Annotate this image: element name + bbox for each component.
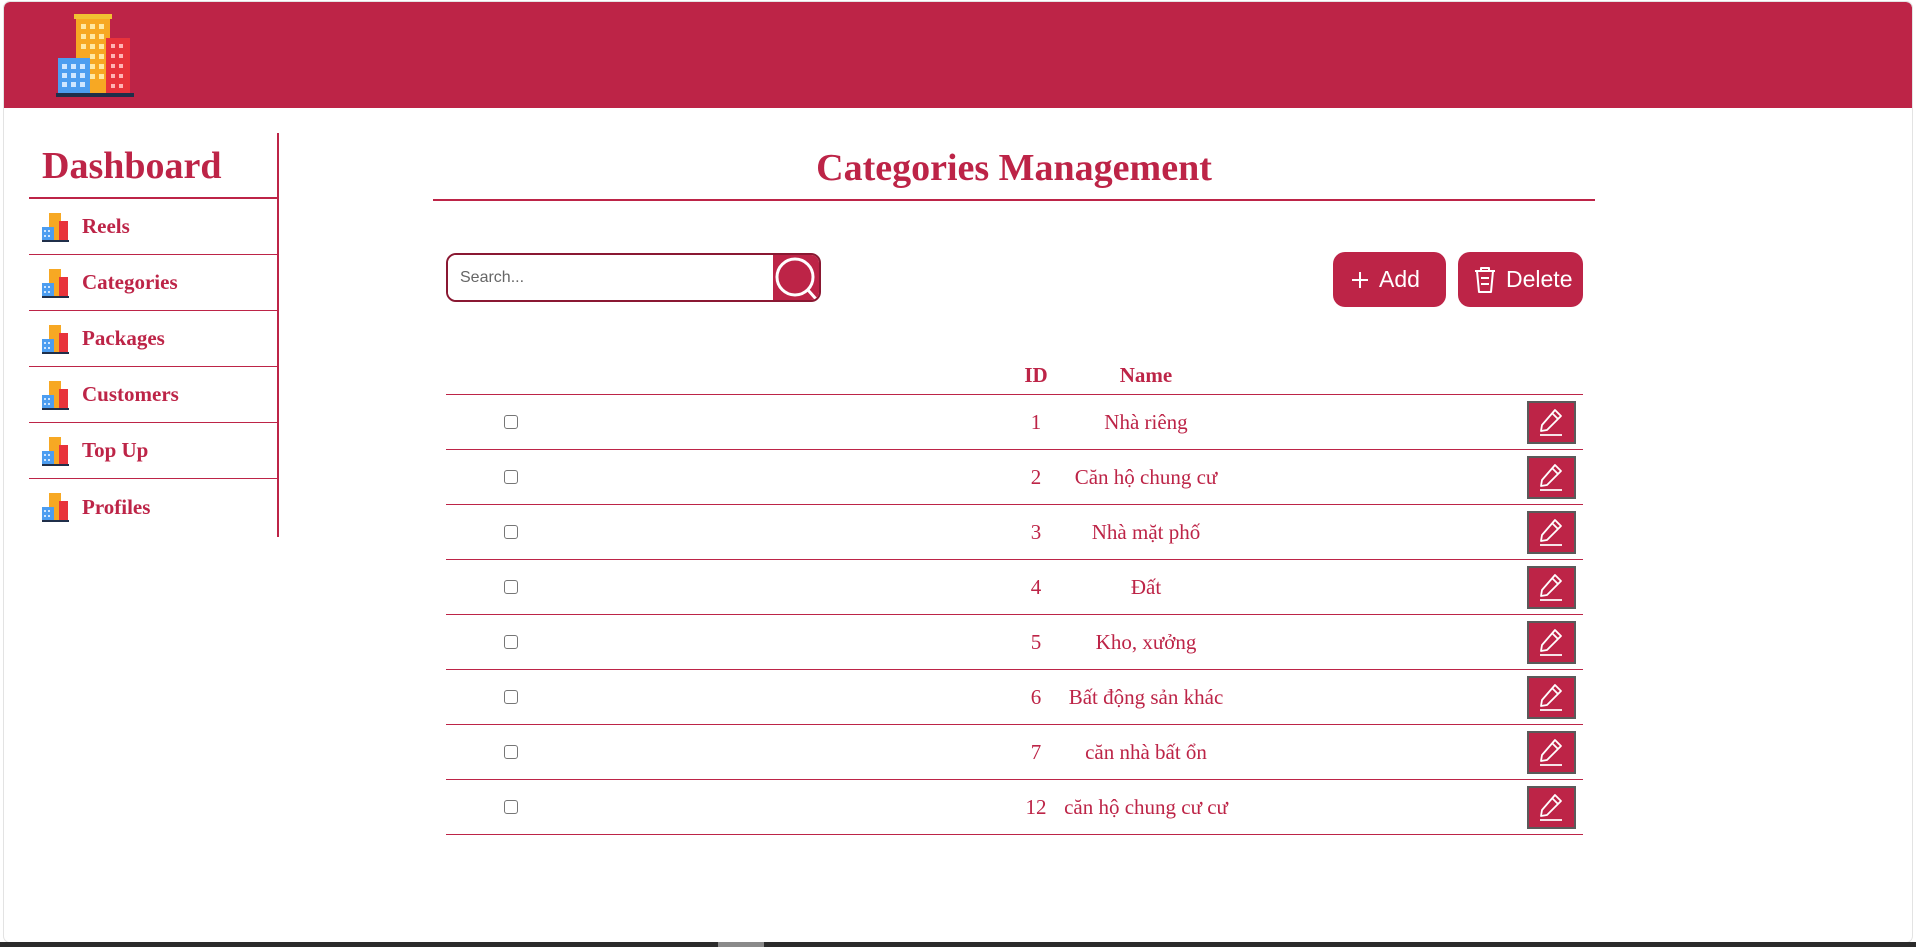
table-row: 7 căn nhà bất ổn [446, 725, 1583, 780]
sidebar-item-label: Customers [82, 382, 179, 406]
search-button[interactable] [773, 255, 819, 300]
sidebar-title[interactable]: Dashboard [29, 133, 277, 199]
row-checkbox[interactable] [504, 580, 518, 594]
pencil-icon [1540, 684, 1562, 711]
plus-icon [1352, 271, 1368, 288]
edit-button[interactable] [1526, 730, 1576, 774]
buildings-icon [42, 436, 69, 466]
row-select-cell [446, 560, 576, 614]
trash-icon [1475, 266, 1495, 293]
edit-button[interactable] [1526, 565, 1576, 609]
row-name: Nhà riêng [1104, 409, 1188, 434]
row-name: Đất [1130, 574, 1162, 599]
row-checkbox[interactable] [504, 470, 518, 484]
row-checkbox[interactable] [504, 690, 518, 704]
row-select-cell [446, 725, 576, 779]
pencil-icon [1540, 409, 1562, 436]
row-select-cell [446, 780, 576, 834]
sidebar-item-label: Categories [82, 270, 178, 294]
row-actions [1451, 395, 1651, 449]
buildings-icon [42, 380, 69, 410]
row-actions [1451, 615, 1651, 669]
edit-button[interactable] [1526, 455, 1576, 499]
row-checkbox[interactable] [504, 525, 518, 539]
pencil-icon [1540, 794, 1562, 821]
search-box [446, 253, 821, 302]
edit-button[interactable] [1526, 510, 1576, 554]
delete-button[interactable]: Delete [1458, 252, 1583, 307]
pencil-icon [1540, 629, 1562, 656]
row-actions [1451, 725, 1651, 779]
row-actions [1451, 560, 1651, 614]
row-select-cell [446, 395, 576, 449]
top-header [4, 2, 1912, 108]
table-row: 5 Kho, xưởng [446, 615, 1583, 670]
edit-button[interactable] [1526, 785, 1576, 829]
search-input[interactable] [448, 255, 773, 300]
sidebar-item-customers[interactable]: Customers [29, 367, 277, 423]
row-name: Kho, xưởng [1095, 629, 1197, 654]
sidebar-item-reels[interactable]: Reels [29, 199, 277, 255]
sidebar-item-label: Reels [82, 214, 130, 238]
table-row: 6 Bất động sản khác [446, 670, 1583, 725]
buildings-icon [42, 268, 69, 298]
row-checkbox[interactable] [504, 415, 518, 429]
row-checkbox[interactable] [504, 635, 518, 649]
row-select-cell [446, 450, 576, 504]
sidebar: Dashboard Reels Categories Packages Cust… [29, 133, 279, 537]
edit-button[interactable] [1526, 400, 1576, 444]
row-actions [1451, 505, 1651, 559]
row-select-cell [446, 670, 576, 724]
app-window: Dashboard Reels Categories Packages Cust… [4, 2, 1912, 942]
table-row: 4 Đất [446, 560, 1583, 615]
add-button[interactable]: Add [1333, 252, 1446, 307]
buildings-icon [42, 324, 69, 354]
pencil-icon [1540, 739, 1562, 766]
table-row: 3 Nhà mặt phố [446, 505, 1583, 560]
buildings-icon [42, 493, 69, 522]
column-header-name: Name [1119, 363, 1173, 387]
row-name: Bất động sản khác [1068, 684, 1224, 709]
pencil-icon [1540, 519, 1562, 546]
sidebar-item-label: Packages [82, 326, 165, 350]
pencil-icon [1540, 464, 1562, 491]
buildings-icon [42, 212, 69, 242]
row-name: Căn hộ chung cư [1074, 464, 1218, 489]
horizontal-scrollbar[interactable] [0, 942, 1916, 947]
table-row: 12 căn hộ chung cư cư [446, 780, 1583, 835]
table-row: 2 Căn hộ chung cư [446, 450, 1583, 505]
sidebar-item-categories[interactable]: Categories [29, 255, 277, 311]
categories-table: ID Name 1 Nhà riêng 2 Căn hộ chung cư 3 … [446, 357, 1583, 835]
sidebar-item-profiles[interactable]: Profiles [29, 479, 277, 535]
table-header-row: ID Name [446, 357, 1583, 395]
sidebar-item-label: Top Up [82, 438, 149, 462]
edit-button[interactable] [1526, 675, 1576, 719]
row-actions [1451, 450, 1651, 504]
buildings-logo-icon[interactable] [56, 14, 136, 98]
sidebar-item-packages[interactable]: Packages [29, 311, 277, 367]
row-actions [1451, 780, 1651, 834]
row-select-cell [446, 615, 576, 669]
row-checkbox[interactable] [504, 745, 518, 759]
row-name: căn hộ chung cư cư [1064, 794, 1228, 819]
sidebar-item-top-up[interactable]: Top Up [29, 423, 277, 479]
row-actions [1451, 670, 1651, 724]
table-row: 1 Nhà riêng [446, 395, 1583, 450]
sidebar-item-label: Profiles [82, 494, 151, 519]
add-button-label: Add [1379, 266, 1420, 292]
row-select-cell [446, 505, 576, 559]
row-name: căn nhà bất ổn [1085, 739, 1207, 764]
delete-button-label: Delete [1506, 266, 1573, 292]
row-checkbox[interactable] [504, 800, 518, 814]
pencil-icon [1540, 574, 1562, 601]
scrollbar-thumb[interactable] [718, 942, 764, 947]
page-title: Categories Management [433, 140, 1595, 201]
edit-button[interactable] [1526, 620, 1576, 664]
row-name: Nhà mặt phố [1091, 519, 1201, 544]
search-icon [775, 257, 818, 300]
